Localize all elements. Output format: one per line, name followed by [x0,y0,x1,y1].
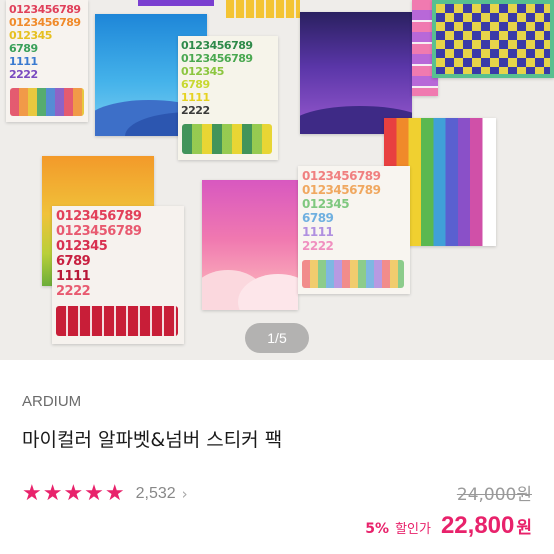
sticker-sheet-pink-sunset [202,180,298,310]
sticker-digits: 012345 [9,29,52,42]
sticker-digits: 012345 [181,65,224,78]
sticker-digits: 6789 [9,42,38,55]
sticker-digits: 0123456789 [181,52,253,65]
sticker-digits: 1111 [56,269,91,284]
image-page-indicator: 1/5 [245,323,309,353]
sticker-digits: 6789 [181,78,210,91]
sticker-digits: 0123456789 [181,39,253,52]
sticker-sheet-purple-night [300,12,412,134]
discount-percent: 5% [365,521,390,537]
sticker-sheet-red: 0123456789 0123456789 012345 6789 1111 2… [52,206,184,344]
product-title: 마이컬러 알파벳&넘버 스티커 팩 [22,429,283,451]
discount-label: 할인가 [395,522,431,537]
review-count: 2,532 [135,485,176,502]
price-row: 5% 할인가 22,800 원 [365,512,532,540]
sticker-digits: 2222 [181,104,210,117]
original-price: 24,000원 [456,485,532,505]
star-rating-icon: ★★★★★ [22,481,126,506]
chevron-right-icon: › [181,485,188,503]
sticker-digits: 2222 [56,284,91,299]
sticker-sheet-rainbow: 0123456789 0123456789 012345 6789 1111 2… [6,0,88,122]
sticker-digits: 2222 [9,68,38,81]
sticker-sheet-checker [432,0,554,78]
sticker-digits: 0123456789 [302,183,381,197]
sticker-digits: 6789 [302,211,334,225]
sticker-digits: 2222 [302,239,334,253]
sticker-digits: 012345 [56,239,108,254]
brand-name[interactable]: ARDIUM [22,393,81,410]
rating-summary[interactable]: ★★★★★ 2,532 › [22,482,188,506]
sale-price: 22,800 [440,512,515,539]
sticker-digits: 0123456789 [56,224,142,239]
sticker-digits: 0123456789 [9,16,81,29]
sticker-sheet-pastel: 0123456789 0123456789 012345 6789 1111 2… [298,166,410,294]
sticker-digits: 0123456789 [56,209,142,224]
sticker-digits: 1111 [181,91,210,104]
product-image-carousel[interactable]: 0123456789 0123456789 012345 6789 1111 2… [0,0,554,360]
sticker-sheet-green-yellow: 0123456789 0123456789 012345 6789 1111 2… [178,36,278,160]
sticker-digits: 0123456789 [9,3,81,16]
currency-unit: 원 [516,518,532,538]
sticker-digits: 6789 [56,254,91,269]
sticker-digits: 012345 [302,197,350,211]
sticker-digits: 1111 [9,55,38,68]
sticker-digits: 0123456789 [302,169,381,183]
sticker-digits: 1111 [302,225,334,239]
